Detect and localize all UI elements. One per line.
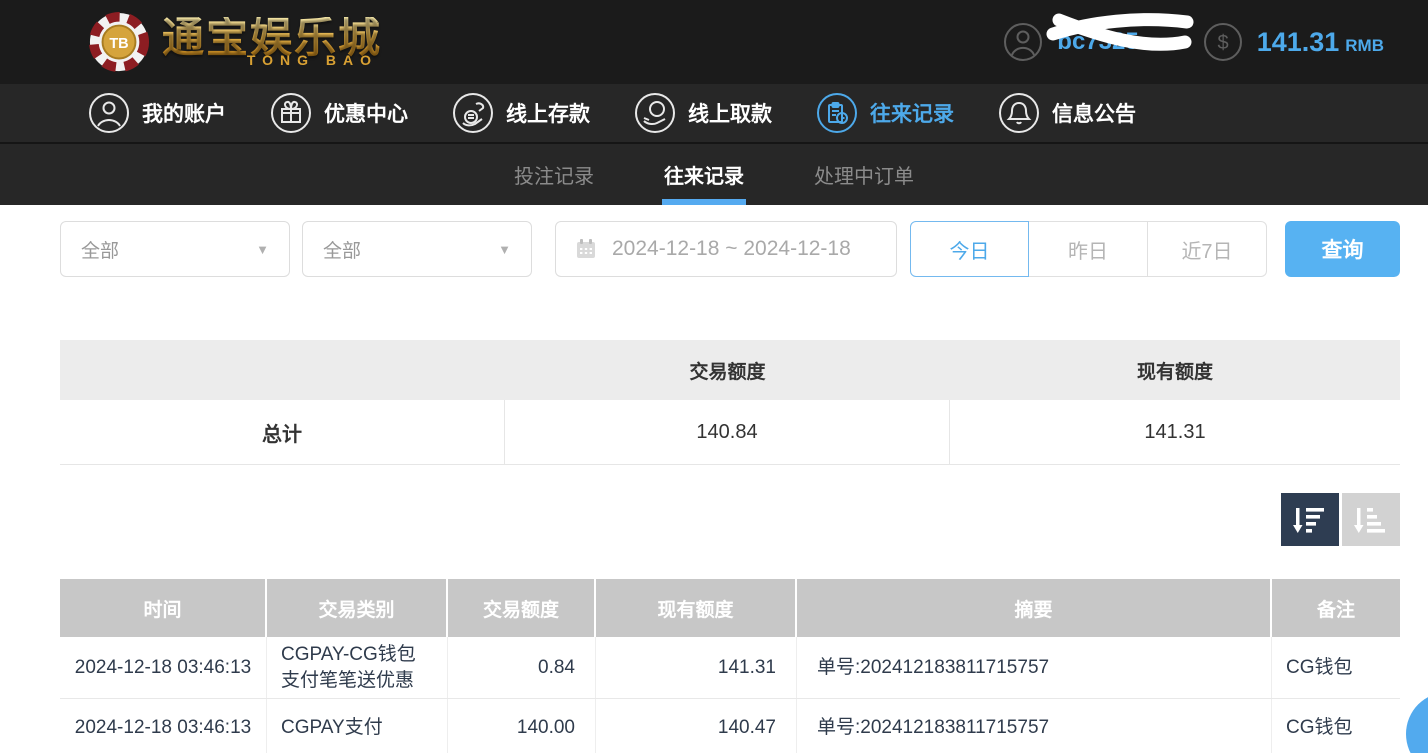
type-select-value: 全部 (81, 236, 119, 263)
summary-total-transaction: 140.84 (505, 400, 950, 464)
summary-total-label: 总计 (60, 400, 505, 464)
dollar-circle-icon: $ (1203, 22, 1243, 62)
tab-transaction-records[interactable]: 往来记录 (662, 144, 746, 205)
tab-bet-records[interactable]: 投注记录 (512, 144, 596, 205)
cell-time: 2024-12-18 03:46:13 (60, 699, 267, 753)
balance-amount: 141.31 (1257, 27, 1340, 57)
cell-type: CGPAY-CG钱包支付笔笔送优惠 (267, 637, 448, 698)
nav-label: 我的账户 (142, 98, 226, 128)
nav-item-promotions[interactable]: 优惠中心 (270, 92, 408, 134)
category-select-value: 全部 (323, 236, 361, 263)
nav-label: 优惠中心 (324, 98, 408, 128)
header-remark: 备注 (1272, 579, 1400, 637)
header-type: 交易类别 (267, 579, 448, 637)
type-select[interactable]: 全部 ▼ (60, 221, 290, 277)
cell-summary: 单号:202412183811715757 (797, 637, 1272, 698)
last7days-button[interactable]: 近7日 (1148, 221, 1267, 277)
nav-item-transaction-records[interactable]: 往来记录 (816, 92, 954, 134)
table-row[interactable]: 2024-12-18 03:46:13 CGPAY-CG钱包支付笔笔送优惠 0.… (60, 637, 1400, 699)
quick-date-group: 今日 昨日 近7日 (910, 221, 1267, 277)
user-icon (1003, 22, 1043, 62)
yesterday-button[interactable]: 昨日 (1029, 221, 1148, 277)
header-time: 时间 (60, 579, 267, 637)
chevron-down-icon: ▼ (256, 242, 269, 257)
deposit-icon (452, 92, 494, 134)
sort-controls (60, 493, 1400, 546)
brand-logo[interactable]: TB 通宝娱乐城 TONG BAO (88, 11, 382, 73)
date-range-input[interactable]: 2024-12-18 ~ 2024-12-18 (555, 221, 897, 277)
balance-display[interactable]: $ 141.31 RMB (1203, 22, 1384, 62)
nav-label: 线上取款 (688, 98, 772, 128)
account-icon (88, 92, 130, 134)
cell-amount: 0.84 (448, 637, 596, 698)
user-account[interactable]: bc7325 (1003, 22, 1138, 62)
main-nav: 我的账户 优惠中心 线上存款 $ 线上取款 往来记录 信息公告 (0, 84, 1428, 144)
summary-total-balance: 141.31 (950, 400, 1400, 464)
summary-header-empty (60, 340, 505, 400)
header-amount: 交易额度 (448, 579, 596, 637)
nav-item-announcements[interactable]: 信息公告 (998, 92, 1136, 134)
cell-balance: 141.31 (596, 637, 797, 698)
records-icon (816, 92, 858, 134)
withdraw-icon: $ (634, 92, 676, 134)
top-header: TB 通宝娱乐城 TONG BAO bc7325 $ 141.31 RMB (0, 0, 1428, 84)
svg-text:$: $ (654, 105, 660, 116)
nav-label: 线上存款 (506, 98, 590, 128)
cell-balance: 140.47 (596, 699, 797, 753)
summary-header-row: 交易额度 现有额度 (60, 340, 1400, 400)
bell-icon (998, 92, 1040, 134)
balance-currency: RMB (1345, 36, 1384, 55)
nav-label: 往来记录 (870, 98, 954, 128)
summary-header-balance: 现有额度 (950, 340, 1400, 400)
brand-subname: TONG BAO (162, 53, 382, 67)
search-button[interactable]: 查询 (1285, 221, 1400, 277)
gift-icon (270, 92, 312, 134)
summary-total-row: 总计 140.84 141.31 (60, 400, 1400, 464)
sort-ascending-button[interactable] (1342, 493, 1400, 546)
poker-chip-icon: TB (88, 11, 150, 73)
category-select[interactable]: 全部 ▼ (302, 221, 532, 277)
nav-item-my-account[interactable]: 我的账户 (88, 92, 226, 134)
cell-type: CGPAY支付 (267, 699, 448, 753)
svg-text:TB: TB (109, 36, 128, 52)
calendar-icon (574, 237, 598, 261)
nav-item-withdraw[interactable]: $ 线上取款 (634, 92, 772, 134)
filter-row: 全部 ▼ 全部 ▼ 2024-12-18 ~ 2024-12-18 今日 昨日 … (60, 221, 1400, 277)
tab-pending-orders[interactable]: 处理中订单 (812, 144, 916, 205)
summary-table: 交易额度 现有额度 总计 140.84 141.31 (60, 340, 1400, 465)
table-row[interactable]: 2024-12-18 03:46:13 CGPAY支付 140.00 140.4… (60, 699, 1400, 753)
header-summary: 摘要 (797, 579, 1272, 637)
summary-header-transaction: 交易额度 (505, 340, 950, 400)
table-header-row: 时间 交易类别 交易额度 现有额度 摘要 备注 (60, 579, 1400, 637)
date-range-value: 2024-12-18 ~ 2024-12-18 (612, 237, 851, 261)
nav-label: 信息公告 (1052, 98, 1136, 128)
chevron-down-icon: ▼ (498, 242, 511, 257)
cell-summary: 单号:202412183811715757 (797, 699, 1272, 753)
record-tabs: 投注记录 往来记录 处理中订单 (0, 144, 1428, 205)
cell-amount: 140.00 (448, 699, 596, 753)
username-text: bc7325 (1057, 28, 1138, 56)
sort-descending-button[interactable] (1281, 493, 1339, 546)
cell-remark: CG钱包 (1272, 699, 1400, 753)
sort-descending-icon (1293, 504, 1327, 536)
header-balance: 现有额度 (596, 579, 797, 637)
nav-item-deposit[interactable]: 线上存款 (452, 92, 590, 134)
svg-text:$: $ (1217, 32, 1228, 54)
content-area: 全部 ▼ 全部 ▼ 2024-12-18 ~ 2024-12-18 今日 昨日 … (0, 221, 1428, 753)
transactions-table: 时间 交易类别 交易额度 现有额度 摘要 备注 2024-12-18 03:46… (60, 579, 1400, 753)
sort-ascending-icon (1354, 504, 1388, 536)
cell-time: 2024-12-18 03:46:13 (60, 637, 267, 698)
today-button[interactable]: 今日 (910, 221, 1029, 277)
cell-remark: CG钱包 (1272, 637, 1400, 698)
